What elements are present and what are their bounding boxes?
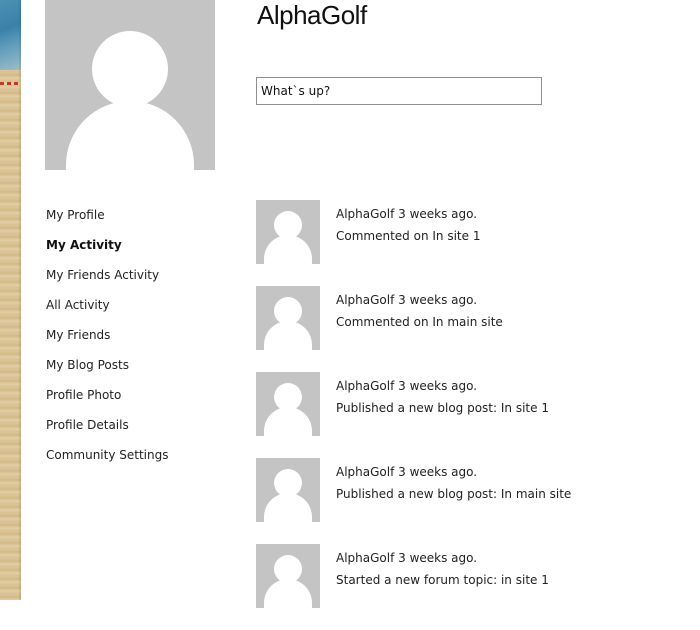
activity-avatar[interactable] — [256, 372, 320, 436]
nav-item-my-profile[interactable]: My Profile — [46, 206, 168, 236]
profile-name: AlphaGolf — [257, 0, 367, 30]
nav-item-my-activity[interactable]: My Activity — [46, 236, 168, 266]
profile-nav: My Profile My Activity My Friends Activi… — [46, 206, 168, 476]
activity-avatar[interactable] — [256, 458, 320, 522]
activity-action: Commented on In site 1 — [336, 229, 481, 243]
activity-action: Published a new blog post: In site 1 — [336, 401, 549, 415]
activity-avatar[interactable] — [256, 286, 320, 350]
activity-action: Commented on In main site — [336, 315, 503, 329]
activity-avatar[interactable] — [256, 544, 320, 608]
nav-item-community-settings[interactable]: Community Settings — [46, 446, 168, 476]
activity-header: AlphaGolf 3 weeks ago. — [336, 551, 478, 565]
activity-header: AlphaGolf 3 weeks ago. — [336, 293, 478, 307]
nav-item-profile-photo[interactable]: Profile Photo — [46, 386, 168, 416]
activity-header: AlphaGolf 3 weeks ago. — [336, 465, 478, 479]
left-edge-decoration — [0, 0, 21, 600]
nav-item-my-friends[interactable]: My Friends — [46, 326, 168, 356]
activity-action: Started a new forum topic: in site 1 — [336, 573, 549, 587]
profile-avatar[interactable] — [45, 0, 215, 170]
user-silhouette-icon — [92, 31, 168, 107]
nav-item-my-friends-activity[interactable]: My Friends Activity — [46, 266, 168, 296]
activity-avatar[interactable] — [256, 200, 320, 264]
activity-action: Published a new blog post: In main site — [336, 487, 572, 501]
nav-item-profile-details[interactable]: Profile Details — [46, 416, 168, 446]
activity-header: AlphaGolf 3 weeks ago. — [336, 207, 478, 221]
nav-item-all-activity[interactable]: All Activity — [46, 296, 168, 326]
nav-item-my-blog-posts[interactable]: My Blog Posts — [46, 356, 168, 386]
activity-header: AlphaGolf 3 weeks ago. — [336, 379, 478, 393]
status-input[interactable] — [256, 77, 542, 105]
